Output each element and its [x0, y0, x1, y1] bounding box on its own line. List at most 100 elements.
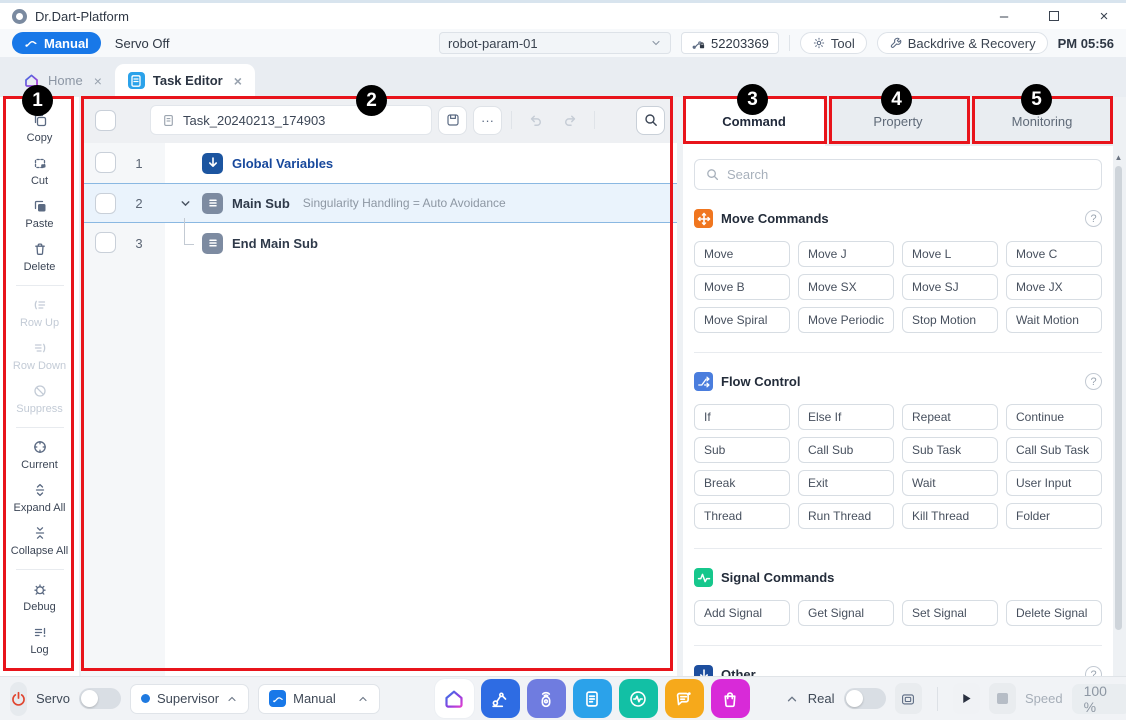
command-button-call-sub[interactable]: Call Sub: [798, 437, 894, 463]
command-search-input[interactable]: [727, 167, 1091, 182]
task-editor-app-icon[interactable]: [573, 679, 612, 718]
command-button-kill-thread[interactable]: Kill Thread: [902, 503, 998, 529]
command-button-folder[interactable]: Folder: [1006, 503, 1102, 529]
role-dropdown[interactable]: Supervisor: [130, 684, 249, 714]
maximize-button[interactable]: [1044, 7, 1064, 25]
command-button-sub[interactable]: Sub: [694, 437, 790, 463]
log-app-icon[interactable]: [665, 679, 704, 718]
sidebar-item-delete[interactable]: Delete: [2, 236, 78, 279]
tab-home[interactable]: Home×: [10, 64, 115, 97]
sidebar-item-expand-all[interactable]: Expand All: [2, 477, 78, 520]
monitoring-app-icon[interactable]: [619, 679, 658, 718]
command-button-if[interactable]: If: [694, 404, 790, 430]
serial-number-badge[interactable]: 52203369: [681, 32, 779, 54]
row-checkbox[interactable]: [95, 193, 116, 214]
sidebar-item-log[interactable]: Log: [2, 619, 78, 662]
row-checkbox[interactable]: [95, 152, 116, 173]
command-button-sub-task[interactable]: Sub Task: [902, 437, 998, 463]
task-name-input[interactable]: [183, 113, 421, 128]
mode-dropdown[interactable]: Manual: [258, 684, 380, 714]
command-button-stop-motion[interactable]: Stop Motion: [902, 307, 998, 333]
command-button-add-signal[interactable]: Add Signal: [694, 600, 790, 626]
command-button-repeat[interactable]: Repeat: [902, 404, 998, 430]
view-3d-button[interactable]: [895, 683, 922, 714]
command-button-delete-signal[interactable]: Delete Signal: [1006, 600, 1102, 626]
command-button-call-sub-task[interactable]: Call Sub Task: [1006, 437, 1102, 463]
pendant-app-icon[interactable]: [527, 679, 566, 718]
task-row[interactable]: 3End Main Sub: [81, 223, 677, 263]
select-all-checkbox[interactable]: [95, 110, 116, 131]
task-row[interactable]: 1Global Variables: [81, 143, 677, 183]
command-button-continue[interactable]: Continue: [1006, 404, 1102, 430]
chevron-down-icon[interactable]: [177, 197, 193, 210]
robot-param-dropdown[interactable]: robot-param-01: [439, 32, 671, 54]
help-icon[interactable]: ?: [1085, 666, 1102, 676]
scrollbar-thumb[interactable]: [1115, 166, 1122, 630]
command-search-box[interactable]: [694, 159, 1102, 190]
mode-dropdown-value: Manual: [293, 691, 336, 706]
command-button-user-input[interactable]: User Input: [1006, 470, 1102, 496]
command-button-move-periodic[interactable]: Move Periodic: [798, 307, 894, 333]
command-button-move-jx[interactable]: Move JX: [1006, 274, 1102, 300]
global-variables-icon: [202, 153, 223, 174]
sidebar-item-paste[interactable]: Paste: [2, 193, 78, 236]
jog-app-icon[interactable]: [481, 679, 520, 718]
command-button-move-c[interactable]: Move C: [1006, 241, 1102, 267]
more-button[interactable]: ···: [473, 106, 502, 135]
tab-task-editor[interactable]: Task Editor ×: [115, 64, 255, 97]
sidebar-item-collapse-all[interactable]: Collapse All: [2, 520, 78, 563]
sidebar-item-copy[interactable]: Copy: [2, 107, 78, 150]
backdrive-recovery-button[interactable]: Backdrive & Recovery: [877, 32, 1048, 54]
command-button-break[interactable]: Break: [694, 470, 790, 496]
row-checkbox[interactable]: [95, 232, 116, 253]
save-button[interactable]: [438, 106, 467, 135]
tab-property[interactable]: Property: [827, 97, 969, 146]
command-button-else-if[interactable]: Else If: [798, 404, 894, 430]
speed-value[interactable]: 100 %: [1072, 684, 1126, 714]
minimize-button[interactable]: –: [994, 7, 1014, 25]
sidebar-item-current[interactable]: Current: [2, 434, 78, 477]
play-button[interactable]: [953, 683, 980, 714]
wrench-icon: [889, 36, 903, 50]
command-button-move[interactable]: Move: [694, 241, 790, 267]
store-app-icon[interactable]: [711, 679, 750, 718]
panel-scrollbar[interactable]: ▲: [1114, 153, 1123, 674]
servo-toggle[interactable]: [79, 688, 121, 709]
tab-monitoring[interactable]: Monitoring: [971, 97, 1113, 146]
help-icon[interactable]: ?: [1085, 373, 1102, 390]
task-row[interactable]: 2Main SubSingularity Handling = Auto Avo…: [81, 183, 677, 223]
command-button-set-signal[interactable]: Set Signal: [902, 600, 998, 626]
command-button-wait[interactable]: Wait: [902, 470, 998, 496]
command-button-exit[interactable]: Exit: [798, 470, 894, 496]
stop-button[interactable]: [989, 683, 1016, 714]
command-button-move-spiral[interactable]: Move Spiral: [694, 307, 790, 333]
command-button-thread[interactable]: Thread: [694, 503, 790, 529]
tab-close-icon[interactable]: ×: [94, 73, 102, 89]
sidebar-item-cut[interactable]: Cut: [2, 150, 78, 193]
tab-label: Task Editor: [153, 73, 223, 88]
help-icon[interactable]: ?: [1085, 210, 1102, 227]
command-button-get-signal[interactable]: Get Signal: [798, 600, 894, 626]
dock-collapse-chevron[interactable]: [785, 692, 799, 706]
command-button-wait-motion[interactable]: Wait Motion: [1006, 307, 1102, 333]
sidebar-item-debug[interactable]: Debug: [2, 576, 78, 619]
undo-button[interactable]: [521, 106, 550, 135]
scroll-up-icon[interactable]: ▲: [1114, 153, 1123, 162]
redo-button[interactable]: [556, 106, 585, 135]
real-toggle[interactable]: [844, 688, 886, 709]
home-app-icon[interactable]: [435, 679, 474, 718]
search-rows-button[interactable]: [636, 106, 665, 135]
command-button-move-sx[interactable]: Move SX: [798, 274, 894, 300]
task-name-field[interactable]: [150, 105, 432, 135]
power-button[interactable]: [10, 682, 27, 716]
tab-close-icon[interactable]: ×: [234, 73, 242, 89]
tab-command[interactable]: Command: [683, 97, 825, 146]
command-button-move-j[interactable]: Move J: [798, 241, 894, 267]
close-button[interactable]: ×: [1094, 7, 1114, 25]
command-button-run-thread[interactable]: Run Thread: [798, 503, 894, 529]
manual-mode-button[interactable]: Manual: [12, 32, 101, 54]
command-button-move-sj[interactable]: Move SJ: [902, 274, 998, 300]
tool-button[interactable]: Tool: [800, 32, 867, 54]
command-button-move-l[interactable]: Move L: [902, 241, 998, 267]
command-button-move-b[interactable]: Move B: [694, 274, 790, 300]
